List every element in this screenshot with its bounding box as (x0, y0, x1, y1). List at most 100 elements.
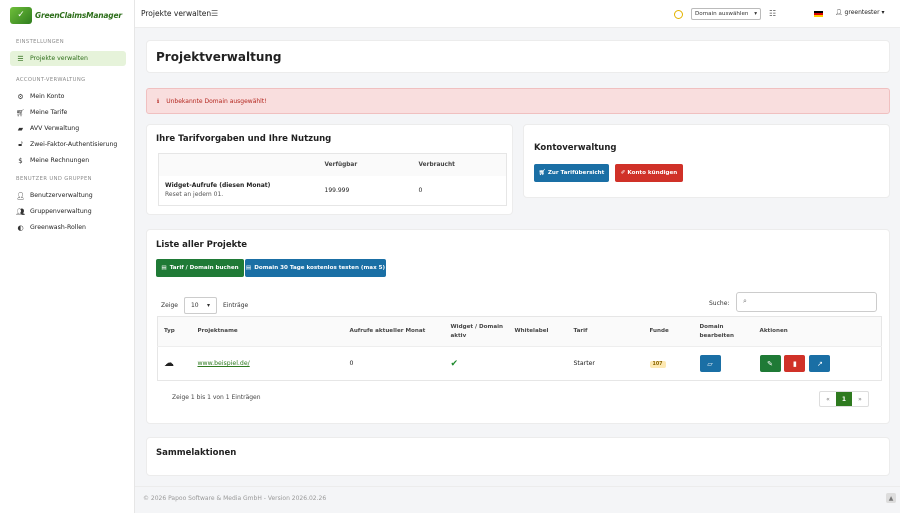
trial-domain-button[interactable]: ▤ Domain 30 Tage kostenlos testen (max 5… (245, 259, 386, 277)
file-icon: ▤ (245, 265, 252, 271)
check-icon: ✔ (450, 358, 459, 369)
pager-next[interactable]: » (852, 392, 868, 406)
search-icon: ⌕ (743, 297, 747, 305)
sidebar-item-label: AVV Verwaltung (30, 125, 80, 132)
open-external-button[interactable]: ↗ (809, 355, 831, 372)
user-icon: 👤︎ (835, 9, 843, 16)
domain-select-value: Domain auswählen (695, 11, 749, 17)
scroll-top-icon[interactable]: ▲ (886, 493, 896, 503)
col-header-widget[interactable]: Widget / Domain aktiv (444, 316, 509, 347)
col-header-used: Verbraucht (412, 153, 507, 176)
sidebar-item-avv[interactable]: ▰ AVV Verwaltung (10, 121, 126, 136)
finds-cell: 107 (643, 346, 694, 381)
sidebar-item-my-account[interactable]: ⚙ Mein Konto (10, 89, 126, 104)
sidebar-item-group-management[interactable]: 👥︎ Gruppenverwaltung (10, 204, 126, 219)
status-circle-icon (674, 10, 683, 19)
sidebar-item-greenwash-roles[interactable]: ◐ Greenwash-Rollen (10, 220, 126, 235)
delete-project-button[interactable]: ▮ (784, 355, 806, 372)
col-header-tariff[interactable]: Tarif (567, 316, 644, 347)
tariff-overview-button[interactable]: 🛒︎ Zur Tarifübersicht (534, 164, 609, 182)
edit-project-button[interactable]: ✎ (759, 355, 781, 372)
pager-prev[interactable]: « (820, 392, 836, 406)
sidebar-item-projects[interactable]: ☰ Projekte verwalten (10, 51, 126, 66)
cart-icon: 🛒︎ (16, 108, 25, 117)
logo-text: GreenClaimsManager (35, 10, 122, 20)
leaf-logo-icon: ✓ (10, 6, 32, 24)
external-link-icon: ↗ (817, 359, 823, 368)
sidebar-item-label: Meine Tarife (30, 109, 68, 116)
sidebar-item-label: Meine Rechnungen (30, 157, 90, 164)
whitelabel-cell (508, 346, 568, 381)
footer: © 2026 Papoo Software & Media GmbH - Ver… (135, 486, 900, 513)
topbar: Projekte verwalten ☰ Domain auswählen ▾ … (135, 0, 900, 28)
edit-domain-cell: ▱ (693, 346, 754, 381)
caret-down-icon: ▾ (881, 9, 885, 16)
sidebar-item-label: Projekte verwalten (30, 55, 88, 62)
table-info: Zeige 1 bis 1 von 1 Einträgen (172, 394, 261, 401)
sidebar-item-label: Benutzerverwaltung (30, 192, 93, 199)
col-header-edit-domain[interactable]: Domain bearbeiten (693, 316, 754, 347)
page-length-select[interactable]: 10 ▾ (183, 297, 217, 314)
list-view-icon[interactable]: ☷ (769, 9, 776, 18)
users-icon: 👥︎ (16, 207, 25, 216)
search-input[interactable]: ⌕ (736, 292, 877, 312)
german-flag-icon[interactable] (814, 11, 823, 17)
info-icon: ℹ (157, 98, 160, 105)
folder-open-icon: ▱ (707, 359, 713, 368)
sidebar-item-label: Zwei-Faktor-Authentisierung (30, 141, 118, 148)
bulk-actions-title: Sammelaktionen (156, 448, 237, 458)
tariff-overview-label: Zur Tarifübersicht (547, 170, 605, 176)
col-header-whitelabel[interactable]: Whitelabel (508, 316, 568, 347)
user-menu[interactable]: 👤︎ greentester ▾ (835, 9, 885, 16)
sidebar-item-invoices[interactable]: $ Meine Rechnungen (10, 153, 126, 168)
footer-text: © 2026 Papoo Software & Media GmbH - Ver… (143, 495, 327, 502)
col-header-finds[interactable]: Funde (643, 316, 694, 347)
list-icon: ☰ (17, 54, 24, 63)
widget-cell: ✔ (444, 346, 509, 381)
pagination: « 1 » (819, 391, 869, 407)
sidebar-item-label: Greenwash-Rollen (30, 224, 86, 231)
finds-badge: 107 (649, 360, 666, 368)
domain-select[interactable]: Domain auswählen ▾ (691, 8, 761, 20)
book-tariff-label: Tarif / Domain buchen (169, 265, 239, 271)
tariff-limits-title: Ihre Tarifvorgaben und Ihre Nutzung (156, 134, 332, 144)
sidebar-item-label: Gruppenverwaltung (30, 208, 92, 215)
col-header-name[interactable]: Projektname (191, 316, 344, 347)
entries-label: Einträge (222, 302, 249, 309)
pencil-icon: ✎ (767, 359, 773, 368)
cancel-account-button[interactable]: ✐ Konto kündigen (615, 164, 683, 182)
project-link[interactable]: www.beispiel.de/ (198, 360, 250, 367)
dollar-icon: $ (18, 156, 23, 165)
sidebar-item-2fa[interactable]: 🔓︎ Zwei-Faktor-Authentisierung (10, 137, 126, 152)
trial-domain-label: Domain 30 Tage kostenlos testen (max 5) (254, 265, 386, 271)
account-title: Kontoverwaltung (534, 143, 617, 153)
sidebar-item-tariffs[interactable]: 🛒︎ Meine Tarife (10, 105, 126, 120)
sidebar: ✓ GreenClaimsManager EINSTELLUNGEN ☰ Pro… (0, 0, 135, 513)
edit-domain-button[interactable]: ▱ (699, 355, 721, 372)
brand-logo[interactable]: ✓ GreenClaimsManager (0, 0, 134, 30)
search-label: Suche: (709, 300, 730, 307)
limit-sub: Reset an jedem 01. (165, 191, 224, 199)
limit-used: 0 (418, 186, 423, 194)
file-icon: ▤ (161, 265, 167, 271)
username: greentester (844, 9, 880, 16)
chevron-down-icon: ▾ (206, 302, 210, 309)
col-header-type[interactable]: Typ (157, 316, 192, 347)
col-header-empty (158, 153, 319, 176)
actions-cell: ✎ ▮ ↗ (753, 346, 882, 381)
trash-icon: ▮ (793, 359, 797, 368)
col-header-available: Verfügbar (318, 153, 413, 176)
cart-icon: 🛒︎ (538, 170, 546, 176)
sidebar-item-user-management[interactable]: 👤︎ Benutzerverwaltung (10, 188, 126, 203)
unlock-icon: 🔓︎ (18, 140, 23, 148)
book-tariff-button[interactable]: ▤ Tarif / Domain buchen (156, 259, 244, 277)
col-header-calls[interactable]: Aufrufe aktueller Monat (343, 316, 445, 347)
eraser-icon: ✐ (620, 170, 626, 176)
limit-available: 199.999 (324, 186, 350, 194)
pager-page[interactable]: 1 (836, 392, 852, 406)
show-label: Zeige (161, 302, 178, 309)
tariff-cell: Starter (567, 346, 644, 381)
projects-card: Liste aller Projekte ▤ Tarif / Domain bu… (146, 229, 890, 424)
menu-toggle-icon[interactable]: ☰ (211, 9, 218, 18)
name-cell: www.beispiel.de/ (191, 346, 344, 381)
